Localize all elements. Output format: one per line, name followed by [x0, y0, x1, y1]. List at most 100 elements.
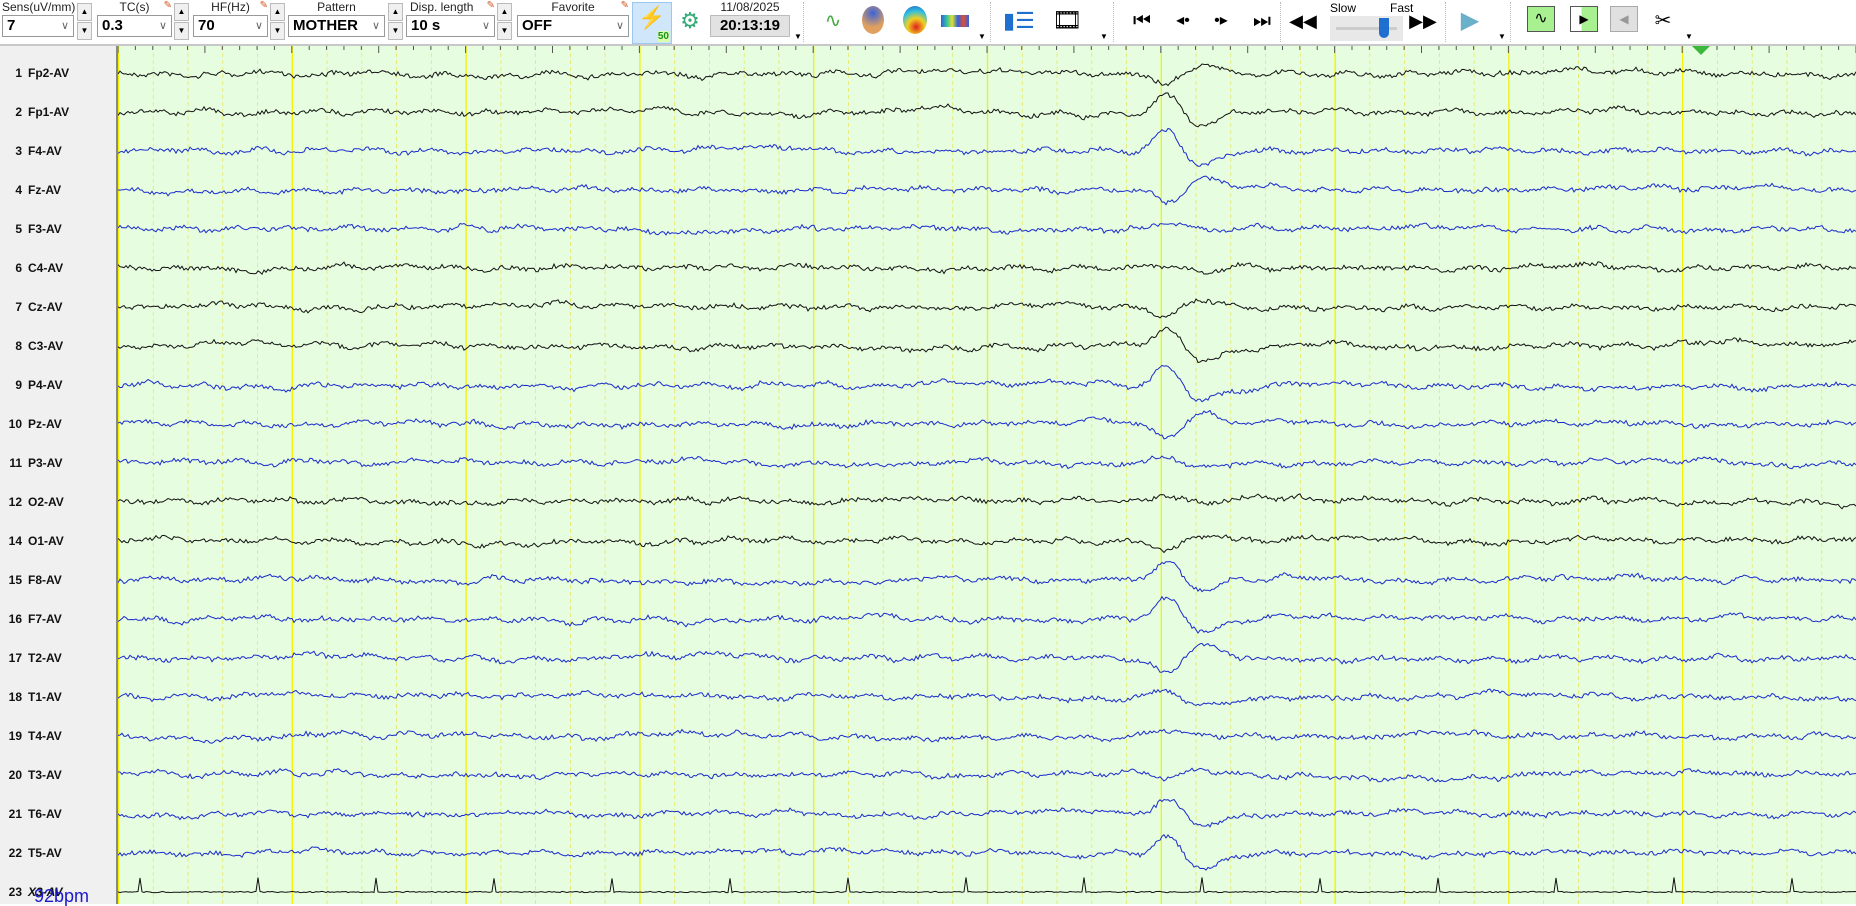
go-to-start-button[interactable]: ⏮: [1127, 6, 1157, 36]
channel-name: T4-AV: [28, 729, 62, 743]
page-back-button[interactable]: ◀: [1610, 6, 1638, 32]
step-back-button[interactable]: ◂•: [1168, 6, 1198, 36]
hf-down-button[interactable]: ▼: [270, 22, 285, 40]
channel-label[interactable]: 20 T3-AV: [6, 767, 62, 783]
pattern-down-button[interactable]: ▼: [388, 22, 403, 40]
channel-name: T3-AV: [28, 768, 62, 782]
favorite-select[interactable]: OFF ∨: [517, 15, 629, 37]
speed-slider[interactable]: [1330, 16, 1403, 41]
dropdown-arrow-icon[interactable]: ▼: [1498, 32, 1506, 41]
tc-control: TC(s) ✎ 0.3 ∨: [97, 0, 172, 44]
channel-label[interactable]: 2 Fp1-AV: [6, 104, 69, 120]
heart-rate-readout: 92bpm: [34, 886, 90, 906]
channel-label[interactable]: 7 Cz-AV: [6, 299, 62, 315]
play-button[interactable]: ▶: [1455, 6, 1485, 36]
divider: [1445, 2, 1446, 42]
sens-down-button[interactable]: ▼: [77, 22, 92, 40]
channel-number: 19: [8, 729, 22, 743]
fast-forward-button[interactable]: ▶▶: [1408, 6, 1438, 36]
channel-label[interactable]: 19 T4-AV: [6, 728, 62, 744]
channel-label[interactable]: 11 P3-AV: [6, 455, 62, 471]
edit-pencil-icon[interactable]: ✎: [621, 1, 629, 11]
channel-label[interactable]: 4 Fz-AV: [6, 182, 61, 198]
favorite-control: Favorite ✎ OFF ∨: [517, 0, 629, 44]
chevron-down-icon: ∨: [481, 20, 490, 32]
dropdown-arrow-icon[interactable]: ▼: [794, 32, 802, 41]
tc-down-button[interactable]: ▼: [174, 22, 189, 40]
waveform-marker-icon[interactable]: ∿: [818, 6, 848, 36]
disp-down-button[interactable]: ▼: [497, 22, 512, 40]
channel-label[interactable]: 22 T5-AV: [6, 845, 62, 861]
channel-number: 4: [15, 183, 22, 197]
channel-label[interactable]: 6 C4-AV: [6, 260, 63, 276]
eeg-trace-area[interactable]: [118, 46, 1856, 904]
spectrogram-icon[interactable]: [940, 6, 970, 36]
channel-name: Fz-AV: [28, 183, 62, 197]
sens-select[interactable]: 7 ∨: [2, 15, 74, 37]
channel-label[interactable]: 15 F8-AV: [6, 572, 62, 588]
disp-length-select[interactable]: 10 s ∨: [406, 15, 495, 37]
channel-label[interactable]: 1 Fp2-AV: [6, 65, 69, 81]
channel-number: 15: [8, 573, 22, 587]
video-play-icon[interactable]: 🎞: [1052, 6, 1082, 36]
channel-label[interactable]: 8 C3-AV: [6, 338, 63, 354]
clip-edit-icon[interactable]: ✂: [1648, 6, 1678, 36]
channel-number: 3: [15, 144, 22, 158]
head-map-3d-icon[interactable]: [858, 6, 888, 36]
disp-up-button[interactable]: ▲: [497, 3, 512, 21]
hf-up-button[interactable]: ▲: [270, 3, 285, 21]
channel-number: 18: [8, 690, 22, 704]
tc-select[interactable]: 0.3 ∨: [97, 15, 172, 37]
channel-name: C4-AV: [28, 261, 64, 275]
channel-label[interactable]: 3 F4-AV: [6, 143, 61, 159]
waveform-view-button[interactable]: ∿: [1527, 6, 1555, 32]
favorite-value: OFF: [522, 17, 552, 34]
channel-label[interactable]: 5 F3-AV: [6, 221, 61, 237]
channel-name: T1-AV: [28, 690, 62, 704]
go-to-end-button[interactable]: ⏭: [1247, 6, 1277, 36]
edit-pencil-icon[interactable]: ✎: [164, 1, 172, 11]
rewind-button[interactable]: ◀◀: [1288, 6, 1318, 36]
hf-select[interactable]: 70 ∨: [193, 15, 268, 37]
channel-label[interactable]: 17 T2-AV: [6, 650, 62, 666]
pattern-up-button[interactable]: ▲: [388, 3, 403, 21]
speed-slow-label: Slow: [1330, 1, 1357, 15]
pattern-label: Pattern: [317, 0, 356, 14]
divider: [1280, 2, 1281, 42]
edit-pencil-icon[interactable]: ✎: [487, 1, 495, 11]
tc-label: TC(s): [119, 0, 150, 14]
pattern-select[interactable]: MOTHER ∨: [288, 15, 385, 37]
hf-label: HF(Hz): [211, 0, 250, 14]
sens-up-button[interactable]: ▲: [77, 3, 92, 21]
channel-label[interactable]: 21 T6-AV: [6, 806, 62, 822]
channel-label[interactable]: 14 O1-AV: [6, 533, 64, 549]
channel-label[interactable]: 9 P4-AV: [6, 377, 62, 393]
patient-info-icon[interactable]: ▮☰: [1003, 6, 1035, 36]
notch-filter-button[interactable]: ⚡ 50: [632, 2, 672, 44]
time-display[interactable]: 20:13:19: [710, 15, 790, 37]
edit-pencil-icon[interactable]: ✎: [260, 1, 268, 11]
chevron-down-icon: ∨: [615, 20, 624, 32]
dropdown-arrow-icon[interactable]: ▼: [1100, 32, 1108, 41]
channel-label[interactable]: 12 O2-AV: [6, 494, 64, 510]
tc-up-button[interactable]: ▲: [174, 3, 189, 21]
channel-number: 17: [8, 651, 22, 665]
date-time-control: 11/08/2025 20:13:19: [710, 0, 790, 44]
channel-label[interactable]: 16 F7-AV: [6, 611, 62, 627]
sens-label: Sens(uV/mm): [2, 0, 76, 14]
dropdown-arrow-icon[interactable]: ▼: [978, 32, 986, 41]
channel-label[interactable]: 10 Pz-AV: [6, 416, 62, 432]
channel-number: 8: [15, 339, 22, 353]
toolbar: Sens(uV/mm) 7 ∨ ▲ ▼ TC(s) ✎ 0.3 ∨ ▲ ▼ HF(H…: [0, 0, 1856, 46]
channel-name: T5-AV: [28, 846, 62, 860]
channel-name: F7-AV: [28, 612, 62, 626]
topography-map-icon[interactable]: [900, 6, 930, 36]
montage-settings-icon[interactable]: ⚙: [675, 6, 705, 36]
speed-slider-thumb[interactable]: [1379, 18, 1390, 38]
channel-number: 10: [8, 417, 22, 431]
page-mode-button[interactable]: ▶: [1570, 6, 1598, 32]
channel-label[interactable]: 18 T1-AV: [6, 689, 62, 705]
step-forward-button[interactable]: •▸: [1206, 6, 1236, 36]
channel-name: F8-AV: [28, 573, 62, 587]
dropdown-arrow-icon[interactable]: ▼: [1685, 32, 1693, 41]
